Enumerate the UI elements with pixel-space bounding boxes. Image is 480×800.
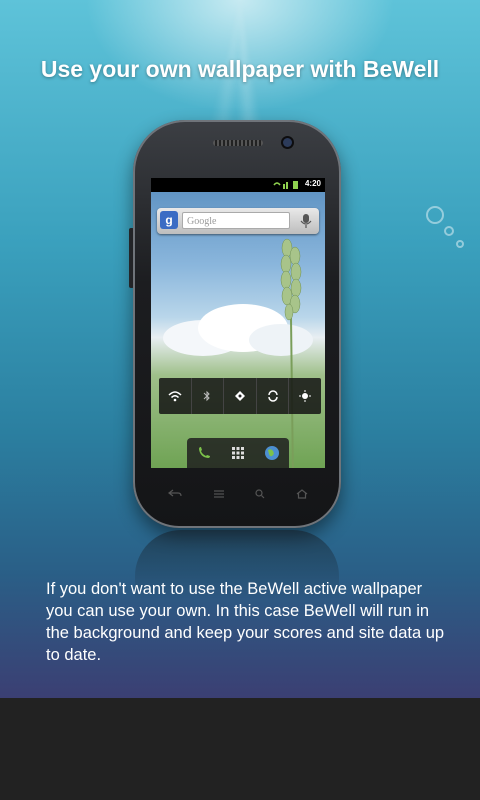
status-time: 4:20: [304, 179, 321, 188]
sync-icon: [257, 378, 290, 414]
status-icons: [273, 181, 298, 189]
search-field-placeholder: Google: [182, 212, 290, 229]
back-icon: [168, 489, 182, 497]
google-search-widget: g Google: [157, 208, 319, 234]
phone-softkeys: [153, 484, 323, 504]
home-icon: [296, 489, 308, 499]
bottom-bar: [0, 698, 480, 800]
bubble-decoration: [426, 206, 444, 224]
wifi-icon: [159, 378, 192, 414]
gps-icon: [224, 378, 257, 414]
phone-icon: [187, 438, 221, 468]
phone-mockup: 4:20 g Google: [133, 120, 341, 528]
status-bar: 4:20: [151, 178, 325, 192]
bubble-decoration: [456, 240, 464, 248]
google-logo-icon: g: [160, 211, 178, 229]
bluetooth-icon: [192, 378, 225, 414]
browser-globe-icon: [255, 438, 289, 468]
search-icon: [255, 489, 265, 499]
brightness-icon: [289, 378, 321, 414]
menu-icon: [213, 490, 224, 498]
page-title: Use your own wallpaper with BeWell: [40, 56, 440, 82]
phone-screen: 4:20 g Google: [151, 178, 325, 468]
app-grid-icon: [221, 438, 255, 468]
bubble-decoration: [444, 226, 454, 236]
power-control-widget: [159, 378, 321, 414]
wheat-stalk-image: [280, 238, 302, 468]
app-dock: [187, 438, 289, 468]
phone-speaker: [213, 140, 263, 146]
phone-camera: [283, 138, 292, 147]
microphone-icon: [300, 214, 312, 228]
description-text: If you don't want to use the BeWell acti…: [46, 580, 445, 664]
